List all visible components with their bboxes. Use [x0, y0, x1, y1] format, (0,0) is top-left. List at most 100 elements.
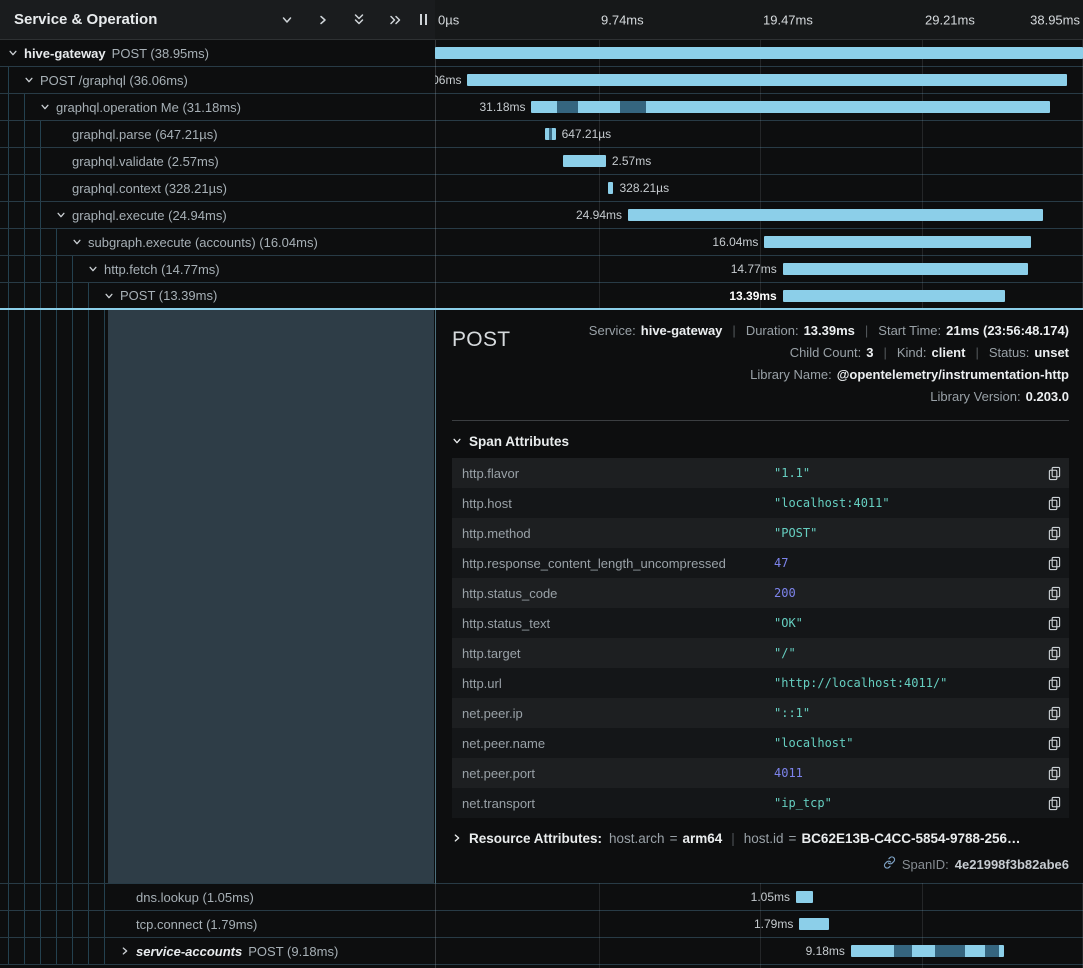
resource-attributes-row[interactable]: Resource Attributes: host.arch=arm64|hos… — [452, 831, 1069, 846]
collapse-span-icon[interactable] — [72, 237, 88, 247]
span-row[interactable]: service-accountsPOST (9.18ms)9.18ms — [0, 938, 1083, 965]
expand-all-icon[interactable] — [389, 14, 402, 26]
copy-icon[interactable] — [1039, 526, 1061, 541]
waterfall-cell: 31.18ms — [435, 94, 1083, 120]
span-row[interactable]: dns.lookup (1.05ms)1.05ms — [0, 884, 1083, 911]
waterfall-cell: 36.06ms — [435, 67, 1083, 93]
span-tree-cell: service-accountsPOST (9.18ms) — [0, 938, 435, 964]
span-duration-label: 36.06ms — [435, 73, 461, 87]
section-expand-icon[interactable] — [452, 831, 462, 846]
attribute-row: http.url"http://localhost:4011/" — [452, 668, 1069, 698]
meta-label: Child Count: — [790, 345, 862, 360]
indent-guide — [40, 884, 56, 910]
span-row[interactable]: hive-gatewayPOST (38.95ms)38.95ms — [0, 40, 1083, 67]
attribute-value: "localhost" — [774, 736, 1039, 750]
splitter-drag-handle[interactable] — [420, 14, 427, 25]
span-row[interactable]: tcp.connect (1.79ms)1.79ms — [0, 911, 1083, 938]
span-attributes-section-header[interactable]: Span Attributes — [452, 434, 1069, 449]
copy-icon[interactable] — [1039, 646, 1061, 661]
detail-meta-line-1: Service:hive-gateway|Duration:13.39ms|St… — [589, 320, 1069, 342]
copy-icon[interactable] — [1039, 736, 1061, 751]
collapse-span-icon[interactable] — [88, 264, 104, 274]
collapse-span-icon[interactable] — [40, 102, 56, 112]
collapse-one-icon[interactable] — [281, 14, 293, 26]
span-duration-label: 31.18ms — [479, 100, 525, 114]
span-row[interactable]: POST /graphql (36.06ms)36.06ms — [0, 67, 1083, 94]
link-icon[interactable] — [883, 856, 896, 872]
meta-label: Duration: — [746, 323, 799, 338]
indent-guide — [56, 310, 57, 883]
copy-icon[interactable] — [1039, 496, 1061, 511]
copy-icon[interactable] — [1039, 586, 1061, 601]
attribute-row: net.transport"ip_tcp" — [452, 788, 1069, 818]
detail-meta-line-4: Library Version:0.203.0 — [589, 386, 1069, 408]
expand-span-icon[interactable] — [120, 946, 136, 956]
copy-icon[interactable] — [1039, 616, 1061, 631]
span-row[interactable]: graphql.validate (2.57ms)2.57ms — [0, 148, 1083, 175]
span-tree-cell: subgraph.execute (accounts) (16.04ms) — [0, 229, 435, 255]
copy-icon[interactable] — [1039, 706, 1061, 721]
span-bar[interactable] — [563, 155, 606, 167]
indent-guide — [24, 175, 40, 201]
copy-icon[interactable] — [1039, 466, 1061, 481]
indent-guide — [40, 175, 56, 201]
collapse-span-icon[interactable] — [104, 291, 120, 301]
operation-name: subgraph.execute (accounts) (16.04ms) — [88, 235, 318, 250]
span-row[interactable]: graphql.operation Me (31.18ms)31.18ms — [0, 94, 1083, 121]
copy-icon[interactable] — [1039, 796, 1061, 811]
span-bar[interactable] — [851, 945, 1004, 957]
indent-guide — [72, 256, 88, 282]
copy-icon[interactable] — [1039, 556, 1061, 571]
span-row[interactable]: http.fetch (14.77ms)14.77ms — [0, 256, 1083, 283]
span-bar[interactable] — [467, 74, 1067, 86]
collapse-span-icon[interactable] — [8, 48, 24, 58]
waterfall-cell: 14.77ms — [435, 256, 1083, 282]
span-duration-label: 13.39ms — [729, 289, 776, 303]
detail-meta-line-2: Child Count:3|Kind:client|Status:unset — [589, 342, 1069, 364]
attribute-value: "ip_tcp" — [774, 796, 1039, 810]
collapse-span-icon[interactable] — [56, 210, 72, 220]
span-rows-bottom: dns.lookup (1.05ms)1.05mstcp.connect (1.… — [0, 884, 1083, 965]
operation-name: graphql.context (328.21µs) — [72, 181, 227, 196]
copy-icon[interactable] — [1039, 766, 1061, 781]
operation-name: dns.lookup (1.05ms) — [136, 890, 254, 905]
span-detail-left-gutter — [0, 310, 435, 883]
span-row[interactable]: POST (13.39ms) 13.39ms — [0, 283, 1083, 310]
span-bar[interactable] — [799, 918, 829, 930]
span-row[interactable]: graphql.parse (647.21µs)647.21µs — [0, 121, 1083, 148]
span-bar[interactable] — [608, 182, 613, 194]
meta-value: client — [932, 345, 966, 360]
section-collapse-icon[interactable] — [452, 434, 462, 449]
span-bar[interactable] — [783, 290, 1006, 302]
meta-value: 21ms (23:56:48.174) — [946, 323, 1069, 338]
operation-name: POST (13.39ms) — [120, 288, 217, 303]
indent-guide — [40, 148, 56, 174]
span-bar[interactable] — [628, 209, 1043, 221]
indent-guide — [8, 202, 24, 228]
indent-guide — [40, 202, 56, 228]
span-bar[interactable] — [545, 128, 556, 140]
span-bar[interactable] — [796, 891, 813, 903]
span-bar[interactable] — [764, 236, 1031, 248]
selected-span-block — [108, 310, 434, 883]
copy-icon[interactable] — [1039, 676, 1061, 691]
span-tree-cell: graphql.execute (24.94ms) — [0, 202, 435, 228]
span-bar[interactable] — [783, 263, 1029, 275]
span-row[interactable]: graphql.context (328.21µs)328.21µs — [0, 175, 1083, 202]
span-bar-segment — [557, 101, 578, 113]
span-row[interactable]: graphql.execute (24.94ms)24.94ms — [0, 202, 1083, 229]
span-bar-segment — [935, 945, 966, 957]
collapse-all-icon[interactable] — [353, 13, 365, 26]
span-bar[interactable] — [531, 101, 1050, 113]
indent-guide — [104, 938, 120, 964]
resource-key: host.arch — [609, 831, 665, 846]
span-bar[interactable] — [435, 47, 1083, 59]
indent-guide — [24, 256, 40, 282]
indent-guide — [56, 229, 72, 255]
expand-one-icon[interactable] — [317, 14, 329, 26]
attribute-key: http.flavor — [462, 466, 774, 481]
indent-guide — [8, 884, 24, 910]
collapse-span-icon[interactable] — [24, 75, 40, 85]
span-row[interactable]: subgraph.execute (accounts) (16.04ms)16.… — [0, 229, 1083, 256]
attribute-row: net.peer.ip"::1" — [452, 698, 1069, 728]
